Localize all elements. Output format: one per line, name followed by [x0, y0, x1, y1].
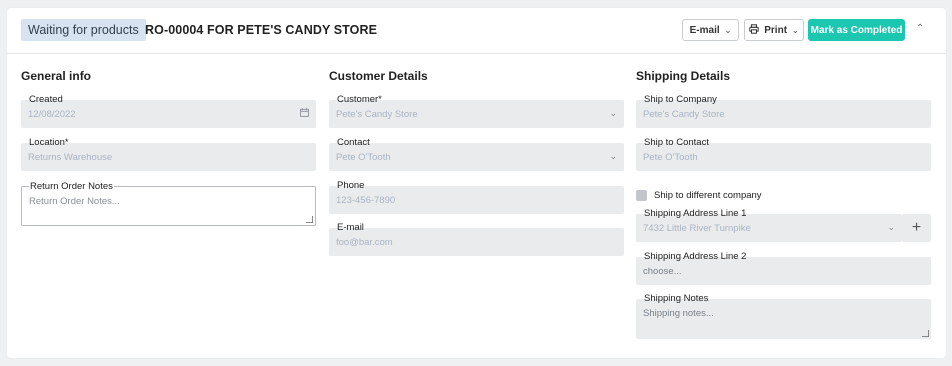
created-label: Created: [29, 94, 63, 105]
ship-to-company-label: Ship to Company: [644, 94, 717, 105]
mark-completed-button[interactable]: Mark as Completed: [808, 19, 905, 41]
add-address-button[interactable]: +: [902, 214, 931, 242]
return-order-notes-placeholder: Return Order Notes...: [29, 196, 120, 207]
ship-to-different-company-checkbox[interactable]: [636, 189, 647, 201]
shipping-details-section: Shipping Details Ship to Company Pete's …: [636, 69, 931, 339]
customer-details-section: Customer Details Customer* Pete's Candy …: [329, 69, 624, 256]
chevron-up-icon[interactable]: ⌃: [916, 23, 924, 34]
location-field[interactable]: Location* Returns Warehouse: [21, 137, 316, 171]
page-title: RO-00004 FOR PETE'S CANDY STORE: [145, 23, 378, 37]
chevron-down-icon: ⌄: [609, 108, 617, 118]
phone-value: 123-456-7890: [336, 195, 396, 206]
shipping-address-line1-select[interactable]: Shipping Address Line 1 7432 Little Rive…: [636, 208, 902, 242]
shipping-notes-label: Shipping Notes: [644, 293, 709, 304]
shipping-address-line2-placeholder: choose...: [643, 266, 682, 277]
customer-label: Customer*: [337, 94, 382, 105]
ship-to-contact-field[interactable]: Ship to Contact Pete O'Tooth: [636, 137, 931, 171]
shipping-address-line2-label: Shipping Address Line 2: [644, 251, 747, 262]
print-button[interactable]: Print ⌄: [744, 19, 804, 41]
shipping-address-line2-field[interactable]: Shipping Address Line 2 choose...: [636, 251, 931, 285]
contact-label: Contact: [337, 137, 370, 148]
email-button-label: E-mail: [689, 24, 720, 36]
shipping-notes-field[interactable]: Shipping Notes Shipping notes...: [636, 293, 931, 339]
ship-to-company-field[interactable]: Ship to Company Pete's Candy Store: [636, 94, 931, 128]
chevron-down-icon: ⌄: [609, 151, 617, 161]
general-info-section: General info Created 12/08/2022 Location…: [21, 69, 316, 226]
section-title-general: General info: [21, 69, 92, 83]
return-order-notes-field[interactable]: Return Order Notes Return Order Notes...: [21, 181, 316, 226]
return-order-card: Waiting for products RO-00004 FOR PETE'S…: [7, 8, 946, 358]
ship-to-different-company-row[interactable]: Ship to different company: [636, 188, 762, 202]
contact-select[interactable]: Contact Pete O'Tooth ⌄: [329, 137, 624, 171]
shipping-address-line1-value: 7432 Little River Turnpike: [643, 223, 751, 234]
location-label: Location*: [29, 137, 69, 148]
ship-to-contact-value: Pete O'Tooth: [643, 152, 698, 163]
return-order-notes-label: Return Order Notes: [29, 181, 114, 192]
contact-value: Pete O'Tooth: [336, 152, 391, 163]
customer-value: Pete's Candy Store: [336, 109, 418, 120]
email-field[interactable]: E-mail foo@bar.com: [329, 222, 624, 256]
customer-select[interactable]: Customer* Pete's Candy Store ⌄: [329, 94, 624, 128]
section-title-customer: Customer Details: [329, 69, 428, 83]
email-value: foo@bar.com: [336, 237, 393, 248]
phone-field[interactable]: Phone 123-456-7890: [329, 180, 624, 214]
ship-to-different-company-label: Ship to different company: [654, 189, 762, 201]
ship-to-contact-label: Ship to Contact: [644, 137, 709, 148]
shipping-notes-placeholder: Shipping notes...: [643, 308, 714, 319]
printer-icon: [749, 23, 759, 37]
chevron-down-icon: ⌄: [724, 25, 732, 35]
card-header: Waiting for products RO-00004 FOR PETE'S…: [7, 8, 946, 54]
section-title-shipping: Shipping Details: [636, 69, 731, 83]
chevron-down-icon: ⌄: [792, 25, 799, 35]
calendar-icon[interactable]: [300, 108, 309, 119]
status-badge: Waiting for products: [21, 19, 146, 41]
location-value: Returns Warehouse: [28, 152, 113, 163]
plus-icon: +: [911, 219, 922, 236]
print-button-label: Print: [764, 24, 788, 36]
resize-handle-icon[interactable]: [922, 330, 929, 337]
ship-to-company-value: Pete's Candy Store: [643, 109, 725, 120]
created-value: 12/08/2022: [28, 109, 76, 120]
email-label: E-mail: [337, 222, 364, 233]
chevron-down-icon: ⌄: [887, 222, 895, 232]
phone-label: Phone: [337, 180, 365, 191]
shipping-address-line1-label: Shipping Address Line 1: [644, 208, 747, 219]
email-button[interactable]: E-mail ⌄: [682, 19, 739, 41]
created-date-field[interactable]: Created 12/08/2022: [21, 94, 316, 128]
resize-handle-icon[interactable]: [306, 216, 313, 223]
